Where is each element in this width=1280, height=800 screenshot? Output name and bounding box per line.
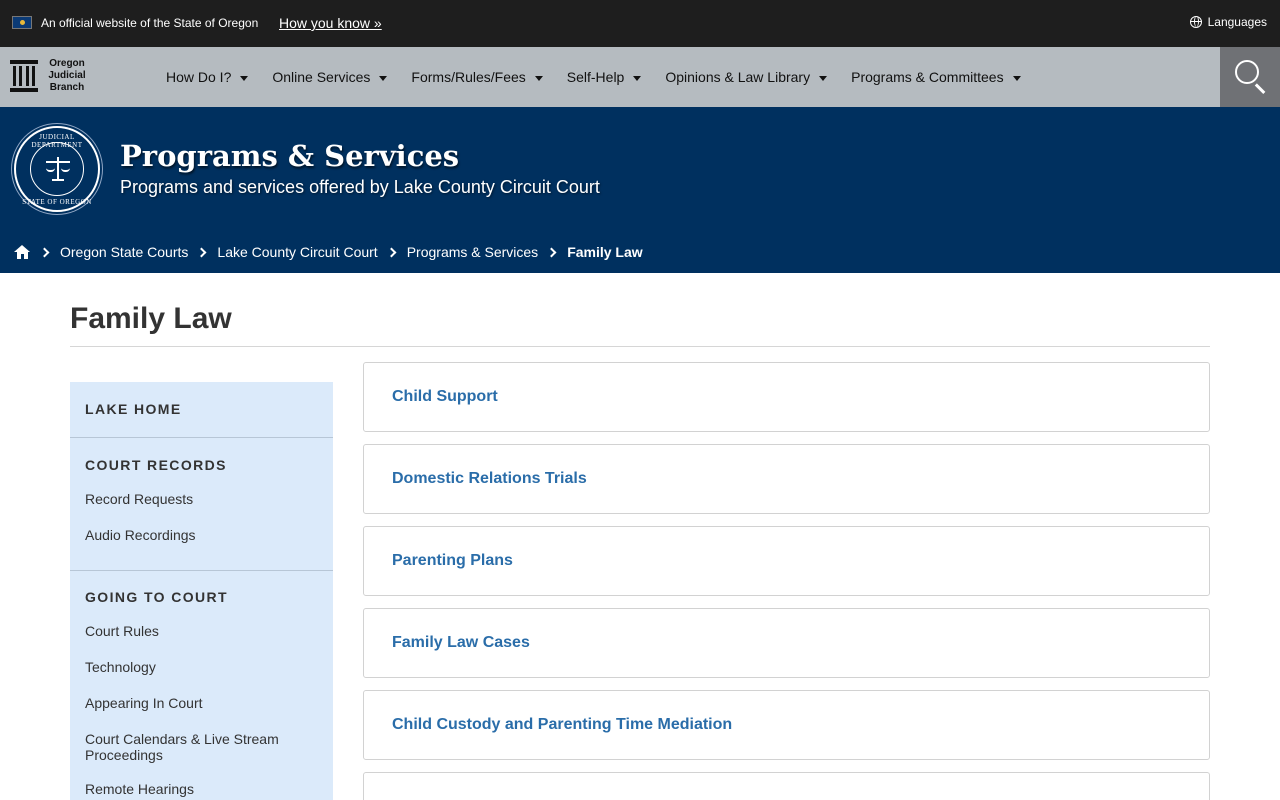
oregon-flag-icon <box>12 16 32 29</box>
title-divider <box>70 346 1210 347</box>
nav-item-label: Programs & Committees <box>851 69 1004 85</box>
nav-item-label: Self-Help <box>566 69 625 85</box>
card-child-support[interactable]: Child Support <box>363 362 1210 432</box>
languages-label: Languages <box>1207 15 1267 29</box>
card-child-custody-mediation[interactable]: Child Custody and Parenting Time Mediati… <box>363 690 1210 760</box>
sidebar-nav: LAKE HOME COURT RECORDS Record Requests … <box>70 382 333 800</box>
sidebar-item-record-requests[interactable]: Record Requests <box>85 491 318 507</box>
languages-button[interactable]: Languages <box>1189 14 1267 30</box>
nav-item-self-help[interactable]: Self-Help <box>555 47 654 107</box>
card-family-law-cases[interactable]: Family Law Cases <box>363 608 1210 678</box>
sidebar-item-court-rules[interactable]: Court Rules <box>85 623 318 639</box>
how-you-know-link[interactable]: How you know » <box>279 14 382 32</box>
caret-down-icon <box>1012 75 1021 81</box>
card-parenting-plans[interactable]: Parenting Plans <box>363 526 1210 596</box>
chevron-right-icon <box>39 247 50 257</box>
home-icon[interactable] <box>14 245 31 259</box>
card-title: Domestic Relations Trials <box>392 470 587 487</box>
official-banner-text: An official website of the State of Oreg… <box>41 16 259 30</box>
caret-down-icon <box>819 75 828 81</box>
caret-down-icon <box>240 75 249 81</box>
sidebar-item-audio-recordings[interactable]: Audio Recordings <box>85 527 318 543</box>
sidebar-heading-lake-home[interactable]: LAKE HOME <box>85 382 318 417</box>
search-icon <box>1235 60 1259 84</box>
chevron-right-icon <box>386 247 397 257</box>
sidebar-section-lake-home: LAKE HOME <box>70 382 333 438</box>
card-title: Family Law Cases <box>392 634 530 651</box>
caret-down-icon <box>534 75 543 81</box>
sidebar-section-going-to-court: GOING TO COURT Court Rules Technology Ap… <box>70 571 333 797</box>
logo-text: Oregon Judicial Branch <box>48 58 86 93</box>
hero-banner: JUDICIAL DEPARTMENT STATE OF OREGON Prog… <box>0 107 1280 273</box>
judicial-department-seal-icon: JUDICIAL DEPARTMENT STATE OF OREGON <box>14 126 100 212</box>
oregon-judicial-branch-logo[interactable]: Oregon Judicial Branch <box>8 56 92 98</box>
nav-item-label: Online Services <box>272 69 371 85</box>
nav-item-how-do-i[interactable]: How Do I? <box>154 47 260 107</box>
breadcrumb-programs-services[interactable]: Programs & Services <box>407 244 538 260</box>
page-title: Family Law <box>70 302 232 335</box>
official-banner: An official website of the State of Oreg… <box>0 0 1280 47</box>
nav-item-label: Forms/Rules/Fees <box>411 69 526 85</box>
sidebar-item-remote-hearings[interactable]: Remote Hearings <box>85 781 318 797</box>
caret-down-icon <box>633 75 642 81</box>
card-title: Child Custody and Parenting Time Mediati… <box>392 716 733 733</box>
search-button[interactable] <box>1220 47 1280 107</box>
breadcrumb: Oregon State Courts Lake County Circuit … <box>14 243 643 261</box>
breadcrumb-lake-county-circuit-court[interactable]: Lake County Circuit Court <box>217 244 377 260</box>
chevron-right-icon <box>546 247 557 257</box>
card-title: Child Support <box>392 388 498 405</box>
nav-item-label: Opinions & Law Library <box>665 69 811 85</box>
courthouse-pillar-icon <box>10 60 38 92</box>
seal-bottom-text: STATE OF OREGON <box>22 198 92 206</box>
card-domestic-relations-trials[interactable]: Domestic Relations Trials <box>363 444 1210 514</box>
globe-icon <box>1189 16 1202 28</box>
caret-down-icon <box>379 75 388 81</box>
breadcrumb-oregon-state-courts[interactable]: Oregon State Courts <box>60 244 188 260</box>
nav-item-label: How Do I? <box>166 69 232 85</box>
main-nav: Oregon Judicial Branch How Do I? Online … <box>0 47 1280 107</box>
card-partial[interactable] <box>363 772 1210 800</box>
nav-item-programs-committees[interactable]: Programs & Committees <box>839 47 1032 107</box>
sidebar-item-technology[interactable]: Technology <box>85 659 318 675</box>
scales-of-justice-icon <box>46 155 70 183</box>
chevron-right-icon <box>196 247 207 257</box>
section-title: Programs & Services <box>120 139 460 173</box>
card-title: Parenting Plans <box>392 552 513 569</box>
section-subtitle: Programs and services offered by Lake Co… <box>120 177 600 197</box>
nav-item-opinions-law-library[interactable]: Opinions & Law Library <box>653 47 839 107</box>
nav-item-online-services[interactable]: Online Services <box>260 47 399 107</box>
sidebar-section-court-records: COURT RECORDS Record Requests Audio Reco… <box>70 438 333 571</box>
nav-item-forms-rules-fees[interactable]: Forms/Rules/Fees <box>399 47 554 107</box>
sidebar-item-court-calendars[interactable]: Court Calendars & Live Stream Proceeding… <box>85 731 295 763</box>
breadcrumb-current: Family Law <box>567 244 643 260</box>
sidebar-item-appearing-in-court[interactable]: Appearing In Court <box>85 695 318 711</box>
sidebar-heading-court-records[interactable]: COURT RECORDS <box>85 438 318 473</box>
sidebar-heading-going-to-court[interactable]: GOING TO COURT <box>85 571 318 605</box>
nav-menu: How Do I? Online Services Forms/Rules/Fe… <box>154 47 1033 107</box>
